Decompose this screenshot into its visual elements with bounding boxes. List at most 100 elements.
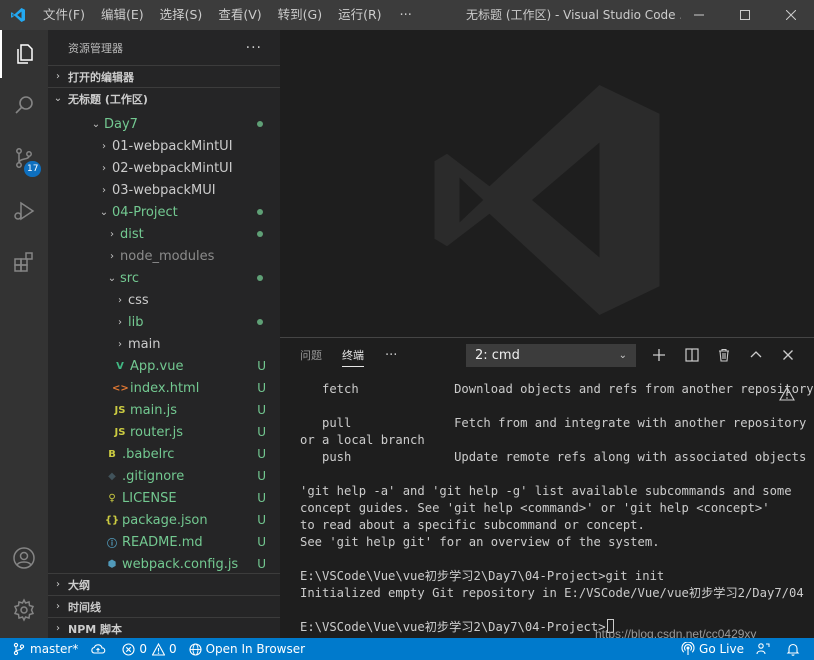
chevron-right-icon: › <box>110 250 114 262</box>
menu-run[interactable]: 运行(R) <box>330 0 389 30</box>
extensions-icon[interactable] <box>0 238 48 286</box>
folder-row[interactable]: ⌄ src <box>48 267 280 289</box>
close-panel-button[interactable] <box>777 344 799 366</box>
chevron-right-icon: › <box>56 579 60 590</box>
tab-terminal[interactable]: 终端 <box>342 338 364 373</box>
menu-more-button[interactable]: ··· <box>390 8 422 23</box>
branch-status[interactable]: master* <box>0 638 84 660</box>
menu-view[interactable]: 查看(V) <box>210 0 269 30</box>
terminal-line-text: pull Fetch from and integrate with anoth… <box>300 416 807 430</box>
globe-icon <box>189 642 202 656</box>
terminal-line-text: E:\VSCode\Vue\vue初步学习2\Day7\04-Project> <box>300 620 606 634</box>
file-row[interactable]: V App.vue U <box>48 355 280 377</box>
folder-row[interactable]: › main <box>48 333 280 355</box>
file-row[interactable]: B .babelrc U <box>48 443 280 465</box>
folder-row[interactable]: ⌄ Day7 <box>48 113 280 135</box>
explorer-more-button[interactable]: ··· <box>246 40 262 56</box>
file-type-icon: <> <box>112 382 129 394</box>
chevron-down-icon: ⌄ <box>91 118 101 130</box>
terminal-line: concept guides. See 'git help <command>'… <box>300 500 810 517</box>
tree-item-label: 01-webpackMintUI <box>112 138 233 154</box>
terminal-output[interactable]: fetch Download objects and refs from ano… <box>300 381 814 636</box>
file-row[interactable]: JS main.js U <box>48 399 280 421</box>
file-row[interactable]: ⓘ README.md U <box>48 531 280 553</box>
file-row[interactable]: ⬢ webpack.config.js U <box>48 553 280 575</box>
folder-row[interactable]: › node_modules <box>48 245 280 267</box>
file-row[interactable]: ♀ LICENSE U <box>48 487 280 509</box>
git-status-badge: U <box>257 491 266 505</box>
editor-area <box>280 30 814 337</box>
tree-item-label: lib <box>128 314 144 330</box>
file-type-icon: ⬢ <box>107 558 117 570</box>
run-debug-icon[interactable] <box>0 187 48 235</box>
notifications-button[interactable] <box>780 638 814 660</box>
folder-row[interactable]: ⌄ 04-Project <box>48 201 280 223</box>
new-terminal-button[interactable] <box>648 344 670 366</box>
open-editors-section[interactable]: › 打开的编辑器 <box>48 65 280 87</box>
folder-row[interactable]: › dist <box>48 223 280 245</box>
maximize-panel-button[interactable] <box>745 344 767 366</box>
tree-item-label: App.vue <box>130 358 184 374</box>
source-control-icon[interactable]: 17 <box>0 134 48 182</box>
accounts-icon[interactable] <box>0 534 48 582</box>
chevron-right-icon: › <box>102 184 106 196</box>
open-in-browser-button[interactable]: Open In Browser <box>183 638 311 660</box>
terminal-line-text: See 'git help git' for an overview of th… <box>300 535 660 549</box>
sync-button[interactable] <box>84 638 116 660</box>
vscode-logo-icon <box>0 0 35 30</box>
chevron-right-icon: › <box>118 338 122 350</box>
close-window-button[interactable] <box>768 0 814 30</box>
maximize-button[interactable] <box>722 0 768 30</box>
explorer-icon[interactable] <box>0 30 48 78</box>
tree-item-label: 04-Project <box>112 204 178 220</box>
npm-scripts-label: NPM 脚本 <box>68 622 123 636</box>
trash-icon[interactable] <box>713 344 735 366</box>
terminal-select[interactable]: 2: cmd ⌄ <box>466 344 636 367</box>
split-terminal-button[interactable] <box>681 344 703 366</box>
file-row[interactable]: JS router.js U <box>48 421 280 443</box>
git-modified-dot-icon <box>257 275 263 281</box>
terminal-line-text: to read about a specific subcommand or c… <box>300 518 645 532</box>
file-row[interactable]: ◆ .gitignore U <box>48 465 280 487</box>
problems-status[interactable]: 0 0 <box>116 638 182 660</box>
activity-bar: 17 <box>0 30 48 638</box>
outline-section[interactable]: › 大纲 <box>48 573 280 595</box>
go-live-button[interactable]: Go Live <box>675 638 750 660</box>
workspace-section[interactable]: ⌄ 无标题 (工作区) <box>48 87 280 109</box>
explorer-sidebar: 资源管理器 ··· › 打开的编辑器 ⌄ 无标题 (工作区) ⌄ Day7 › 01-… <box>48 30 280 638</box>
source-control-badge: 17 <box>24 161 42 177</box>
bell-icon <box>786 643 800 656</box>
tree-item-label: main <box>128 336 161 352</box>
tree-item-label: router.js <box>130 424 184 440</box>
tree-item-label: LICENSE <box>122 490 177 506</box>
folder-row[interactable]: › 03-webpackMUI <box>48 179 280 201</box>
folder-row[interactable]: › 02-webpackMintUI <box>48 157 280 179</box>
minimize-button[interactable] <box>676 0 722 30</box>
settings-gear-icon[interactable] <box>0 586 48 634</box>
timeline-section[interactable]: › 时间线 <box>48 595 280 617</box>
panel-more-button[interactable]: ··· <box>385 338 397 373</box>
folder-row[interactable]: › lib <box>48 311 280 333</box>
file-type-icon: ♀ <box>108 492 116 504</box>
menu-edit[interactable]: 编辑(E) <box>93 0 152 30</box>
terminal-line: pull Fetch from and integrate with anoth… <box>300 415 810 432</box>
terminal-line-text: concept guides. See 'git help <command>'… <box>300 501 770 515</box>
git-status-badge: U <box>257 557 266 571</box>
chevron-right-icon: › <box>102 140 106 152</box>
tab-problems[interactable]: 问题 <box>300 338 322 373</box>
npm-scripts-section[interactable]: › NPM 脚本 <box>48 617 280 638</box>
terminal-line: E:\VSCode\Vue\vue初步学习2\Day7\04-Project>g… <box>300 568 810 585</box>
tree-item-label: dist <box>120 226 144 242</box>
menu-bar: 文件(F) 编辑(E) 选择(S) 查看(V) 转到(G) 运行(R) ··· <box>35 0 422 30</box>
menu-selection[interactable]: 选择(S) <box>152 0 211 30</box>
menu-go[interactable]: 转到(G) <box>270 0 330 30</box>
tree-item-label: webpack.config.js <box>122 556 239 572</box>
search-icon[interactable] <box>0 81 48 129</box>
chevron-right-icon: › <box>118 294 122 306</box>
feedback-button[interactable] <box>750 638 780 660</box>
folder-row[interactable]: › css <box>48 289 280 311</box>
folder-row[interactable]: › 01-webpackMintUI <box>48 135 280 157</box>
file-row[interactable]: {} package.json U <box>48 509 280 531</box>
file-row[interactable]: <> index.html U <box>48 377 280 399</box>
menu-file[interactable]: 文件(F) <box>35 0 93 30</box>
